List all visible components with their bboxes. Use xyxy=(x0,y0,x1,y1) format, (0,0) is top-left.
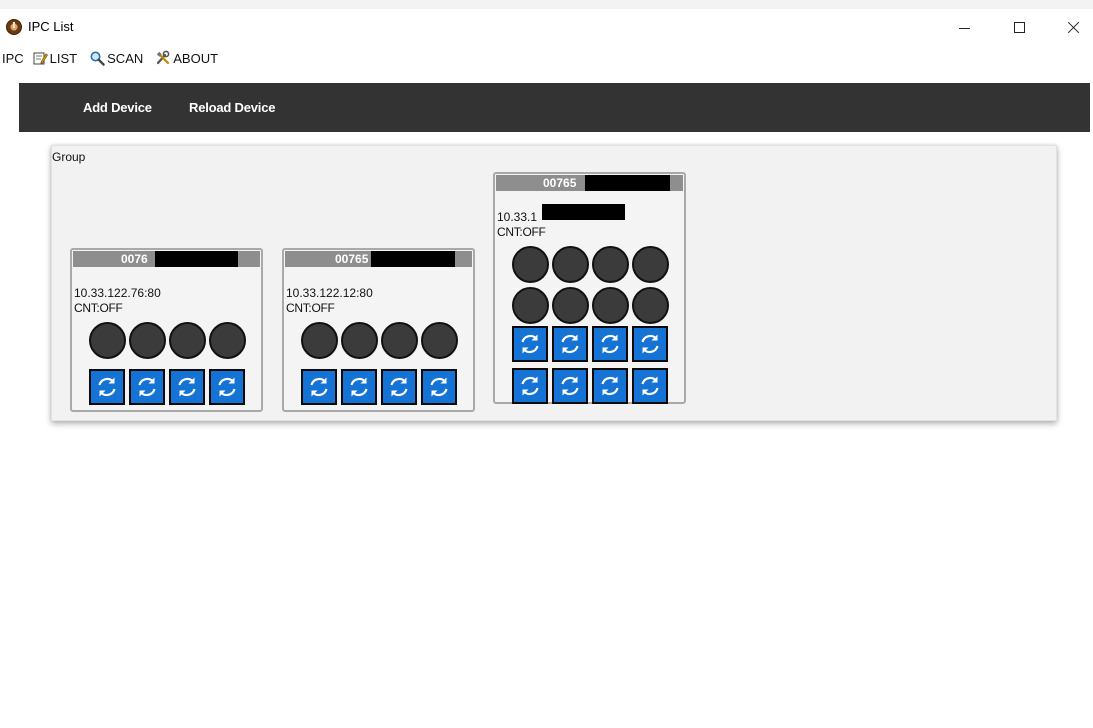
menu-list[interactable]: LIST xyxy=(32,50,77,66)
group-label: Group xyxy=(52,150,86,164)
refresh-button[interactable] xyxy=(301,369,337,405)
refresh-button[interactable] xyxy=(592,326,628,362)
device-card[interactable]: 00765 10.33.122.12:80 CNT:OFF xyxy=(282,248,475,412)
device-card-header: 00765 xyxy=(285,251,472,267)
status-led xyxy=(209,322,246,359)
status-led xyxy=(632,246,669,283)
refresh-button[interactable] xyxy=(341,369,377,405)
device-cnt-status: CNT:OFF xyxy=(497,225,546,239)
device-ip: 10.33.1 xyxy=(497,210,538,224)
status-led xyxy=(381,322,418,359)
menu-ipc[interactable]: IPC xyxy=(2,51,24,66)
refresh-icon xyxy=(310,377,328,397)
close-icon xyxy=(1067,21,1080,34)
tools-icon xyxy=(157,50,170,65)
refresh-icon xyxy=(561,334,579,354)
refresh-button[interactable] xyxy=(632,368,668,404)
app-logo-icon xyxy=(6,19,22,35)
menu-scan[interactable]: SCAN xyxy=(89,50,143,66)
device-id: 0076 xyxy=(121,252,148,266)
refresh-icon xyxy=(218,377,236,397)
refresh-icon xyxy=(138,377,156,397)
maximize-icon xyxy=(1013,21,1025,33)
menu-about[interactable]: ABOUT xyxy=(155,50,218,66)
refresh-icon xyxy=(641,376,659,396)
redaction-bar xyxy=(371,251,455,267)
refresh-button[interactable] xyxy=(209,369,245,405)
menu-about-label: ABOUT xyxy=(173,50,219,66)
refresh-button[interactable] xyxy=(512,326,548,362)
minimize-icon xyxy=(958,27,970,29)
refresh-button[interactable] xyxy=(512,368,548,404)
refresh-button[interactable] xyxy=(381,369,417,405)
refresh-button[interactable] xyxy=(632,326,668,362)
status-led xyxy=(89,322,126,359)
refresh-icon xyxy=(178,377,196,397)
status-led xyxy=(301,322,338,359)
device-id: 00765 xyxy=(335,252,369,266)
refresh-icon xyxy=(601,376,619,396)
maximize-button[interactable] xyxy=(996,9,1042,45)
device-ip: 10.33.122.12:80 xyxy=(286,286,373,300)
refresh-button[interactable] xyxy=(552,326,588,362)
title-bar[interactable]: IPC List xyxy=(0,9,1093,45)
device-card-header: 0076 xyxy=(73,251,260,267)
refresh-button[interactable] xyxy=(552,368,588,404)
status-led xyxy=(552,246,589,283)
toolbar: Add Device Reload Device xyxy=(19,83,1090,132)
status-led xyxy=(169,322,206,359)
minimize-button[interactable] xyxy=(941,9,987,45)
refresh-button[interactable] xyxy=(129,369,165,405)
redaction-bar xyxy=(542,204,625,220)
refresh-button[interactable] xyxy=(89,369,125,405)
reload-device-button[interactable]: Reload Device xyxy=(189,83,275,132)
menu-scan-label: SCAN xyxy=(107,50,144,66)
status-led xyxy=(552,287,589,324)
status-led xyxy=(512,246,549,283)
device-card-header: 00765 xyxy=(496,175,683,191)
status-led xyxy=(632,287,669,324)
menu-list-label: LIST xyxy=(49,50,78,66)
window-title: IPC List xyxy=(28,19,74,34)
device-group-panel: Group 0076 10.33.122.76:80 CNT:OFF 00765 xyxy=(51,145,1057,421)
status-led xyxy=(512,287,549,324)
status-led xyxy=(592,287,629,324)
device-id: 00765 xyxy=(543,176,577,190)
refresh-icon xyxy=(390,377,408,397)
device-cnt-status: CNT:OFF xyxy=(286,301,335,315)
status-led xyxy=(341,322,378,359)
device-ip: 10.33.122.76:80 xyxy=(74,286,161,300)
refresh-icon xyxy=(98,377,116,397)
status-led xyxy=(421,322,458,359)
notepad-edit-icon xyxy=(33,52,48,65)
refresh-button[interactable] xyxy=(421,369,457,405)
close-button[interactable] xyxy=(1050,9,1093,45)
refresh-icon xyxy=(521,376,539,396)
redaction-bar xyxy=(585,175,670,191)
refresh-icon xyxy=(561,376,579,396)
device-card[interactable]: 00765 10.33.1 CNT:OFF xyxy=(493,172,686,404)
device-cnt-status: CNT:OFF xyxy=(74,301,123,315)
refresh-icon xyxy=(601,334,619,354)
refresh-icon xyxy=(350,377,368,397)
magnifier-icon xyxy=(90,51,105,66)
refresh-icon xyxy=(521,334,539,354)
refresh-button[interactable] xyxy=(169,369,205,405)
device-card[interactable]: 0076 10.33.122.76:80 CNT:OFF xyxy=(70,248,263,412)
refresh-icon xyxy=(641,334,659,354)
menu-ipc-label: IPC xyxy=(2,50,24,66)
refresh-button[interactable] xyxy=(592,368,628,404)
status-led xyxy=(129,322,166,359)
status-led xyxy=(592,246,629,283)
refresh-icon xyxy=(430,377,448,397)
menu-bar: IPC LIST SCAN ABOUT xyxy=(0,47,230,69)
app-window: IPC List IPC LIST SCAN ABOUT Add Device … xyxy=(0,9,1093,728)
add-device-button[interactable]: Add Device xyxy=(83,83,152,132)
redaction-bar xyxy=(155,251,238,267)
